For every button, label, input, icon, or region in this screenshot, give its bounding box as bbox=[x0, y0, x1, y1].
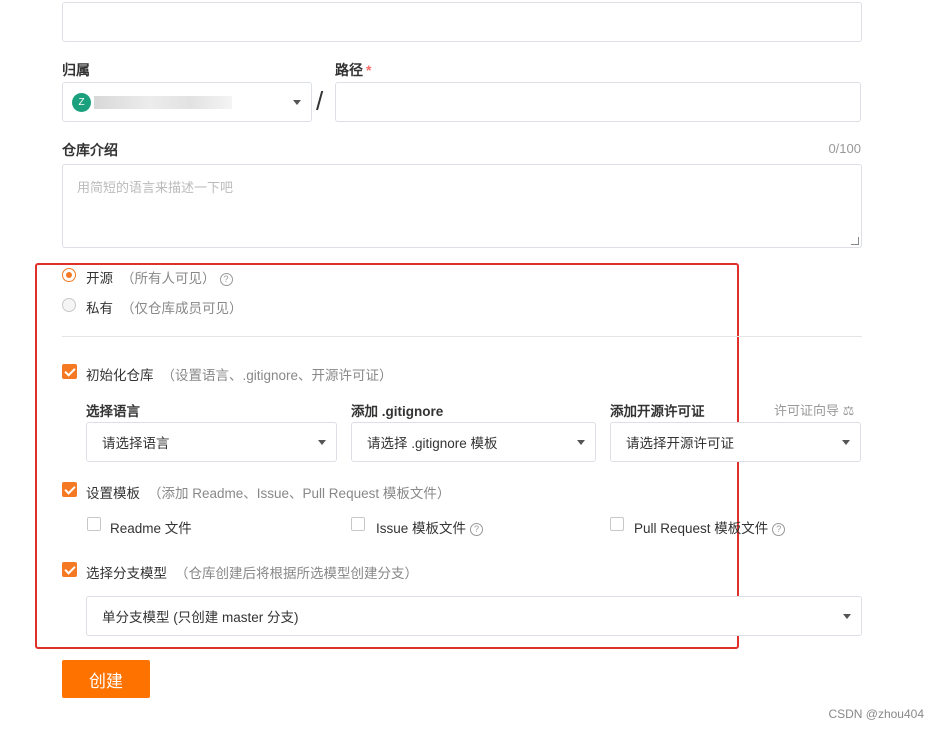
language-select-value: 请选择语言 bbox=[102, 436, 170, 451]
owner-path-separator: / bbox=[316, 86, 324, 116]
description-counter: 0/100 bbox=[828, 141, 861, 156]
path-label: 路径 * bbox=[335, 62, 372, 78]
license-select-value: 请选择开源许可证 bbox=[626, 436, 734, 451]
chevron-down-icon bbox=[842, 440, 850, 445]
chevron-down-icon bbox=[577, 440, 585, 445]
description-placeholder: 用简短的语言来描述一下吧 bbox=[77, 180, 234, 195]
branch-model-select-value: 单分支模型 (只创建 master 分支) bbox=[102, 610, 299, 625]
radio-public-label[interactable]: 开源 （所有人可见）? bbox=[86, 267, 233, 287]
license-guide-link[interactable]: 许可证向导 ⚖ bbox=[774, 400, 854, 419]
language-select[interactable]: 请选择语言 bbox=[86, 422, 337, 462]
help-icon[interactable]: ? bbox=[219, 273, 233, 286]
repo-name-input[interactable] bbox=[62, 2, 862, 42]
license-select[interactable]: 请选择开源许可证 bbox=[610, 422, 861, 462]
license-label: 添加开源许可证 bbox=[610, 404, 705, 419]
templates-label[interactable]: 设置模板 （添加 Readme、Issue、Pull Request 模板文件） bbox=[86, 482, 450, 502]
owner-avatar: Z bbox=[72, 93, 91, 112]
help-icon[interactable]: ? bbox=[772, 523, 786, 536]
required-mark: * bbox=[366, 62, 372, 78]
radio-private-label[interactable]: 私有 （仅仓库成员可见） bbox=[86, 297, 243, 317]
readme-label[interactable]: Readme 文件 bbox=[110, 517, 192, 537]
watermark-text: CSDN @zhou404 bbox=[828, 707, 924, 721]
owner-select[interactable]: Z bbox=[62, 82, 312, 122]
readme-checkbox[interactable] bbox=[87, 517, 101, 531]
chevron-down-icon bbox=[318, 440, 326, 445]
resize-handle-icon[interactable] bbox=[851, 237, 859, 245]
description-label: 仓库介绍 bbox=[62, 142, 118, 158]
templates-checkbox[interactable] bbox=[62, 482, 77, 497]
gitignore-select[interactable]: 请选择 .gitignore 模板 bbox=[351, 422, 596, 462]
owner-name-masked bbox=[94, 96, 232, 109]
path-input[interactable] bbox=[335, 82, 861, 122]
pr-template-label[interactable]: Pull Request 模板文件? bbox=[634, 517, 786, 537]
help-icon[interactable]: ? bbox=[470, 523, 484, 536]
owner-label: 归属 bbox=[62, 62, 90, 78]
chevron-down-icon bbox=[843, 614, 851, 619]
issue-template-checkbox[interactable] bbox=[351, 517, 365, 531]
radio-private[interactable] bbox=[62, 298, 76, 312]
pr-template-checkbox[interactable] bbox=[610, 517, 624, 531]
description-textarea[interactable]: 用简短的语言来描述一下吧 bbox=[62, 164, 862, 248]
divider bbox=[62, 336, 862, 337]
owner-avatar-letter: Z bbox=[78, 97, 85, 108]
branch-model-checkbox[interactable] bbox=[62, 562, 77, 577]
chevron-down-icon bbox=[293, 100, 301, 105]
gitignore-label: 添加 .gitignore bbox=[351, 404, 444, 419]
gitignore-select-value: 请选择 .gitignore 模板 bbox=[367, 436, 498, 451]
init-repo-label[interactable]: 初始化仓库 （设置语言、.gitignore、开源许可证） bbox=[86, 364, 393, 384]
language-label: 选择语言 bbox=[86, 404, 140, 419]
init-repo-checkbox[interactable] bbox=[62, 364, 77, 379]
create-button[interactable]: 创建 bbox=[62, 660, 150, 698]
radio-public[interactable] bbox=[62, 268, 76, 282]
branch-model-label[interactable]: 选择分支模型 （仓库创建后将根据所选模型创建分支） bbox=[86, 562, 418, 582]
scale-icon: ⚖ bbox=[842, 403, 855, 418]
branch-model-select[interactable]: 单分支模型 (只创建 master 分支) bbox=[86, 596, 862, 636]
issue-template-label[interactable]: Issue 模板文件? bbox=[376, 517, 484, 537]
